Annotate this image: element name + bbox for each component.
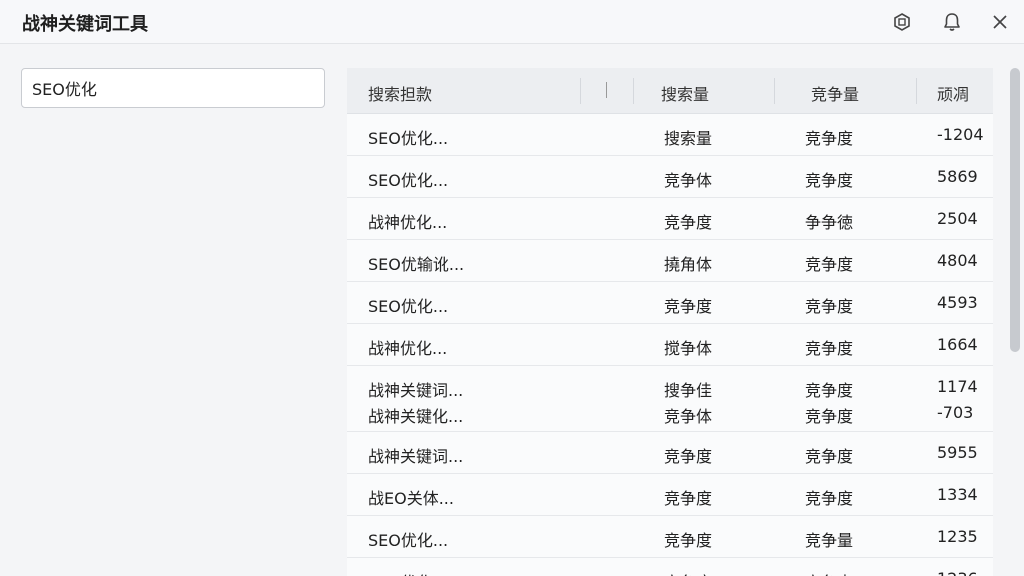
competition-cell: 竞争量 [805,531,854,550]
keyword-cell: 战神优化... [368,213,448,232]
competition-cell: 竞争度 [805,297,854,316]
competition-cell: 竞争度 [805,129,854,148]
settings-hex-icon [894,13,910,31]
volume-cell: 竞争体 [664,171,713,190]
close-button[interactable] [985,8,1015,36]
table-row[interactable]: 战神关键词... 搜争佳 竞争度 1174 战神关键化... 竞争体 竞争度 -703 [347,366,993,432]
volume-cell: 竞争度 [664,531,713,550]
competition-cell: 争争徳 [805,213,854,232]
table-row[interactable]: 战神关键词... 竞争度 竞争度 5955 [347,432,993,474]
frequency-cell: 5869 [937,167,978,186]
table-row[interactable]: SEO优输讹... 撓角体 竞争度 4804 [347,240,993,282]
frequency-cell: 1235 [937,527,978,546]
table-row[interactable]: SEO优化... 竞争体 竞争度 5869 [347,156,993,198]
frequency-cell: 5955 [937,443,978,462]
frequency-cell: 1664 [937,335,978,354]
competition-cell: 竞争度 [805,489,854,508]
keyword-cell: 战神关键词... [368,381,464,400]
frequency-cell: -703 [937,403,974,422]
frequency-cell: 4804 [937,251,978,270]
table-row[interactable]: SEO优化... 竞争度 竞争度 4593 [347,282,993,324]
column-divider[interactable] [774,78,775,104]
volume-cell: 竞争体 [664,407,713,426]
frequency-cell: 1334 [937,485,978,504]
search-input[interactable] [21,68,325,108]
table-row[interactable]: SEO优化... 竞争度 竞争量 1235 [347,516,993,558]
keyword-cell: SEO优化... [368,569,448,576]
table-header: 搜索担款 搜索量 竞争量 顽凋 [347,68,993,114]
keyword-cell: 战神关键词... [368,447,464,466]
table-row[interactable]: 战EO关体... 竞争度 竞争度 1334 [347,474,993,516]
volume-cell: 竞争度 [664,489,713,508]
competition-cell: 竞争查 [805,569,853,576]
keyword-cell: 战神优化... [368,339,448,358]
keyword-table: 搜索担款 搜索量 竞争量 顽凋 SEO优化... 搜索量 竞争度 -1204 SEO优化… [347,68,993,576]
column-header-keyword[interactable]: 搜索担款 [368,81,432,105]
keyword-cell: SEO优化... [368,297,449,316]
table-row[interactable]: SEO优化... 竞争度 竞争查 1236 [347,558,993,576]
competition-cell: 竞争度 [805,407,854,426]
volume-cell: 搜索量 [664,129,713,148]
notification-button[interactable] [937,8,967,36]
column-divider[interactable] [633,78,634,104]
column-header-frequency[interactable]: 顽凋 [937,81,969,105]
competition-cell: 竞争度 [805,255,854,274]
settings-button[interactable] [887,8,917,36]
keyword-cell: 战EO关体... [368,489,454,508]
scroll-thumb[interactable] [1010,68,1020,352]
volume-cell: 竞争度 [664,569,712,576]
competition-cell: 竞争度 [805,339,854,358]
app-title: 战神关键词工具 [22,14,148,35]
competition-cell: 竞争度 [805,381,854,400]
frequency-cell: 1236 [937,569,978,576]
column-divider[interactable] [916,78,917,104]
close-icon [993,15,1007,29]
volume-cell: 搜争佳 [664,381,713,400]
volume-cell: 竞争度 [664,213,713,232]
table-row[interactable]: 战神优化... 搅争体 竞争度 1664 [347,324,993,366]
title-bar: 战神关键词工具 [0,0,1024,44]
keyword-cell: SEO优化... [368,531,449,550]
frequency-cell: 1174 [937,377,978,396]
column-header-competition[interactable]: 竞争量 [811,81,859,105]
keyword-cell: SEO优输讹... [368,255,465,274]
table-row[interactable]: 战神优化... 竞争度 争争徳 2504 [347,198,993,240]
column-header-volume[interactable]: 搜索量 [661,81,709,105]
column-divider[interactable] [580,78,581,104]
keyword-cell: SEO优化... [368,129,449,148]
frequency-cell: -1204 [937,125,984,144]
volume-cell: 搅争体 [664,339,713,358]
volume-cell: 竞争度 [664,297,713,316]
header-cursor-bar [606,82,607,98]
frequency-cell: 2504 [937,209,978,228]
table-body: SEO优化... 搜索量 竞争度 -1204 SEO优化... 竞争体 竞争度 5869 战神优… [347,114,993,576]
volume-cell: 撓角体 [664,255,713,274]
competition-cell: 竞争度 [805,447,854,466]
vertical-scrollbar[interactable] [1008,68,1022,576]
bell-icon [944,13,960,31]
volume-cell: 竞争度 [664,447,713,466]
keyword-cell: SEO优化... [368,171,449,190]
frequency-cell: 4593 [937,293,978,312]
table-row[interactable]: SEO优化... 搜索量 竞争度 -1204 [347,114,993,156]
competition-cell: 竞争度 [805,171,854,190]
keyword-cell: 战神关键化... [368,407,464,426]
